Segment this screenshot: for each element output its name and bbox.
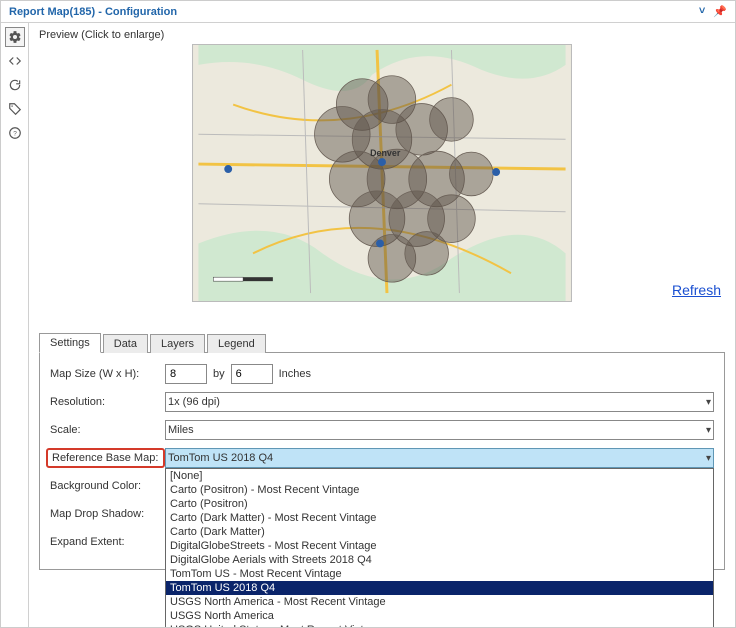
label-reference-base-map: Reference Base Map: bbox=[46, 448, 165, 468]
chevron-down-icon: ▾ bbox=[706, 425, 711, 436]
by-text: by bbox=[213, 368, 225, 380]
dropdown-item[interactable]: Carto (Positron) - Most Recent Vintage bbox=[166, 483, 713, 497]
label-expand-extent: Expand Extent: bbox=[50, 536, 165, 548]
gear-icon[interactable] bbox=[5, 27, 25, 47]
select-resolution[interactable]: 1x (96 dpi) ▾ bbox=[165, 392, 714, 412]
preview-label: Preview (Click to enlarge) bbox=[39, 29, 725, 41]
tab-layers[interactable]: Layers bbox=[150, 334, 205, 353]
code-icon[interactable] bbox=[5, 51, 25, 71]
sidebar: ? bbox=[1, 23, 29, 627]
titlebar-controls: ˅ 📌 bbox=[699, 5, 727, 18]
dropdown-item[interactable]: USGS United States - Most Recent Vintage bbox=[166, 623, 713, 627]
map-city-label: Denver bbox=[370, 148, 401, 158]
content-area: Preview (Click to enlarge) bbox=[29, 23, 735, 627]
select-rbm-value: TomTom US 2018 Q4 bbox=[168, 452, 273, 464]
row-scale: Scale: Miles ▾ bbox=[50, 419, 714, 441]
window-title: Report Map(185) - Configuration bbox=[9, 6, 177, 18]
help-icon[interactable]: ? bbox=[5, 123, 25, 143]
dropdown-item[interactable]: [None] bbox=[166, 469, 713, 483]
row-reference-base-map: Reference Base Map: TomTom US 2018 Q4 ▾ … bbox=[50, 447, 714, 469]
label-scale: Scale: bbox=[50, 424, 165, 436]
tab-legend[interactable]: Legend bbox=[207, 334, 266, 353]
tag-icon[interactable] bbox=[5, 99, 25, 119]
pin-icon[interactable]: 📌 bbox=[713, 5, 727, 18]
dropdown-reference-base-map[interactable]: [None]Carto (Positron) - Most Recent Vin… bbox=[165, 468, 714, 627]
label-background-color: Background Color: bbox=[50, 480, 165, 492]
map-preview[interactable]: Denver bbox=[192, 44, 572, 302]
label-map-drop-shadow: Map Drop Shadow: bbox=[50, 508, 165, 520]
main-area: ? Preview (Click to enlarge) bbox=[1, 23, 735, 627]
select-scale-value: Miles bbox=[168, 424, 194, 436]
row-resolution: Resolution: 1x (96 dpi) ▾ bbox=[50, 391, 714, 413]
select-resolution-value: 1x (96 dpi) bbox=[168, 396, 220, 408]
svg-text:?: ? bbox=[13, 130, 17, 137]
label-resolution: Resolution: bbox=[50, 396, 165, 408]
refresh-icon[interactable] bbox=[5, 75, 25, 95]
tab-settings[interactable]: Settings bbox=[39, 333, 101, 353]
refresh-link[interactable]: Refresh bbox=[672, 282, 721, 298]
tabs-row: Settings Data Layers Legend bbox=[39, 332, 725, 353]
select-reference-base-map[interactable]: TomTom US 2018 Q4 ▾ bbox=[165, 448, 714, 468]
row-map-size: Map Size (W x H): by Inches bbox=[50, 363, 714, 385]
dropdown-item[interactable]: Carto (Positron) bbox=[166, 497, 713, 511]
dropdown-item[interactable]: DigitalGlobe Aerials with Streets 2018 Q… bbox=[166, 553, 713, 567]
chevron-down-icon: ▾ bbox=[706, 397, 711, 408]
input-height[interactable] bbox=[231, 364, 273, 384]
chevron-down-icon[interactable]: ˅ bbox=[699, 5, 705, 18]
dropdown-item[interactable]: Carto (Dark Matter) bbox=[166, 525, 713, 539]
dropdown-item[interactable]: USGS North America bbox=[166, 609, 713, 623]
preview-section: Preview (Click to enlarge) bbox=[39, 29, 725, 302]
dropdown-item[interactable]: USGS North America - Most Recent Vintage bbox=[166, 595, 713, 609]
chevron-down-icon: ▾ bbox=[706, 453, 711, 464]
dropdown-item[interactable]: Carto (Dark Matter) - Most Recent Vintag… bbox=[166, 511, 713, 525]
tab-data[interactable]: Data bbox=[103, 334, 148, 353]
titlebar: Report Map(185) - Configuration ˅ 📌 bbox=[1, 1, 735, 23]
dropdown-item[interactable]: DigitalGlobeStreets - Most Recent Vintag… bbox=[166, 539, 713, 553]
input-width[interactable] bbox=[165, 364, 207, 384]
dropdown-item[interactable]: TomTom US 2018 Q4 bbox=[166, 581, 713, 595]
units-text: Inches bbox=[279, 368, 311, 380]
label-map-size: Map Size (W x H): bbox=[50, 368, 165, 380]
settings-body: Map Size (W x H): by Inches Resolution: … bbox=[39, 353, 725, 570]
map-canvas: Denver bbox=[193, 45, 571, 301]
dropdown-item[interactable]: TomTom US - Most Recent Vintage bbox=[166, 567, 713, 581]
select-scale[interactable]: Miles ▾ bbox=[165, 420, 714, 440]
